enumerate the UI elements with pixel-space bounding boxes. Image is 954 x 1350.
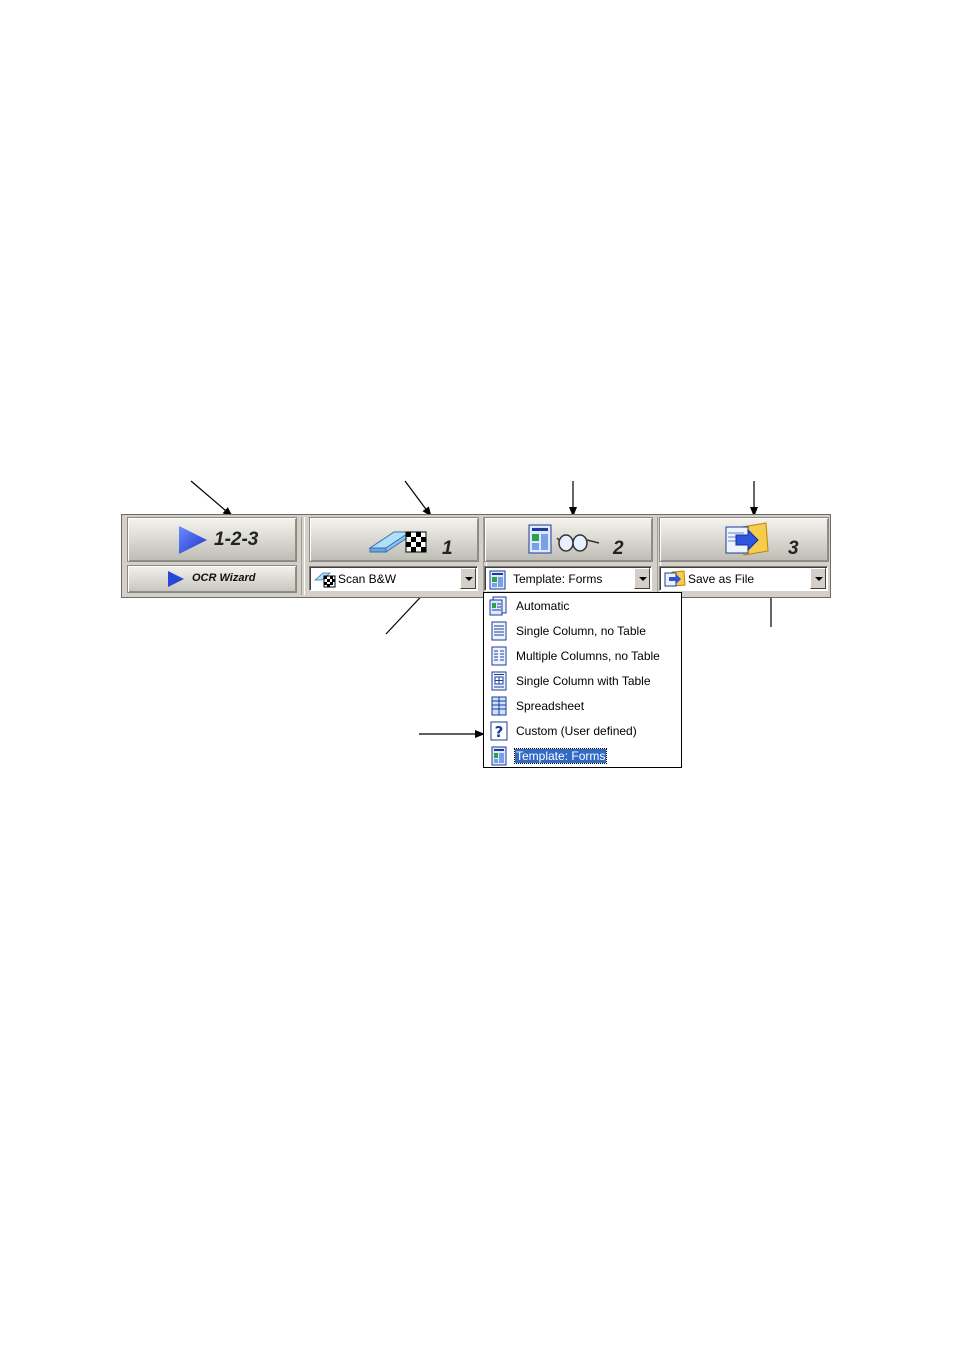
export-combo[interactable]: Save as File <box>659 566 828 591</box>
scan-mode-dropdown-button[interactable] <box>460 568 476 589</box>
layout-dropdown-button[interactable] <box>634 568 650 589</box>
question-mark-icon: ? <box>490 721 508 741</box>
menu-item-label: Automatic <box>516 599 570 613</box>
layout-combo[interactable]: Template: Forms <box>484 566 652 591</box>
menu-item-label: Single Column, no Table <box>516 624 646 638</box>
annotation-arrows <box>190 480 775 738</box>
ocr-wizard-button[interactable]: OCR Wizard <box>127 565 297 593</box>
chevron-down-icon <box>639 577 647 581</box>
chevron-down-icon <box>465 577 473 581</box>
arrow-to-scan-button <box>404 480 432 517</box>
folder-arrow-icon <box>664 570 686 587</box>
export-button[interactable]: 3 <box>659 517 829 562</box>
menu-item-multiple-columns-no-table[interactable]: Multiple Columns, no Table <box>485 644 680 669</box>
scanner-checkerboard-icon <box>314 572 336 588</box>
menu-item-label: Spreadsheet <box>516 699 585 713</box>
process-button[interactable]: 2 <box>484 517 653 562</box>
scan-mode-value: Scan B&W <box>338 572 397 586</box>
scan-button[interactable]: 1 <box>309 517 479 562</box>
document-glasses-icon <box>528 524 600 554</box>
menu-item-spreadsheet[interactable]: Spreadsheet <box>485 694 680 719</box>
template-forms-icon <box>491 746 507 766</box>
single-column-table-icon <box>491 671 507 691</box>
scan-step-number: 1 <box>442 538 453 559</box>
process-step-number: 2 <box>613 538 624 559</box>
menu-item-single-column-with-table[interactable]: Single Column with Table <box>485 669 680 694</box>
menu-item-label: Custom (User defined) <box>516 724 637 738</box>
menu-item-automatic[interactable]: Automatic <box>485 594 680 619</box>
spreadsheet-icon <box>491 696 507 716</box>
menu-item-label: Multiple Columns, no Table <box>516 649 660 663</box>
single-column-icon <box>491 621 507 641</box>
layout-dropdown-menu: Automatic Single Column, no Table Multip… <box>483 592 682 768</box>
scan-mode-combo[interactable]: Scan B&W <box>309 566 478 591</box>
play-triangle-icon <box>168 571 184 587</box>
wizard-button[interactable]: 1-2-3 <box>127 517 297 562</box>
ocr-toolbar: 1-2-3 1 2 3 OCR Wizard Scan B&W Template… <box>121 514 831 598</box>
export-dropdown-button[interactable] <box>810 568 826 589</box>
multiple-columns-icon <box>491 646 507 666</box>
chevron-down-icon <box>815 577 823 581</box>
wizard-button-label: 1-2-3 <box>214 529 259 550</box>
layout-value: Template: Forms <box>513 572 603 586</box>
template-forms-icon <box>489 570 506 590</box>
folder-arrow-icon <box>725 522 769 556</box>
automatic-layout-icon <box>489 596 507 616</box>
arrow-to-wizard-button <box>190 480 233 517</box>
menu-item-template-forms[interactable]: Template: Forms <box>485 744 680 769</box>
menu-item-custom-user-defined[interactable]: ? Custom (User defined) <box>485 719 680 744</box>
export-step-number: 3 <box>788 538 799 559</box>
ocr-wizard-label: OCR Wizard <box>192 572 256 584</box>
menu-item-single-column-no-table[interactable]: Single Column, no Table <box>485 619 680 644</box>
scanner-checkerboard-icon <box>368 531 427 553</box>
export-value: Save as File <box>688 572 755 586</box>
play-triangle-icon <box>179 526 207 554</box>
menu-item-label: Single Column with Table <box>516 674 651 688</box>
menu-item-label: Template: Forms <box>513 748 608 764</box>
svg-text:?: ? <box>495 723 504 741</box>
toolbar-separator <box>301 517 305 595</box>
